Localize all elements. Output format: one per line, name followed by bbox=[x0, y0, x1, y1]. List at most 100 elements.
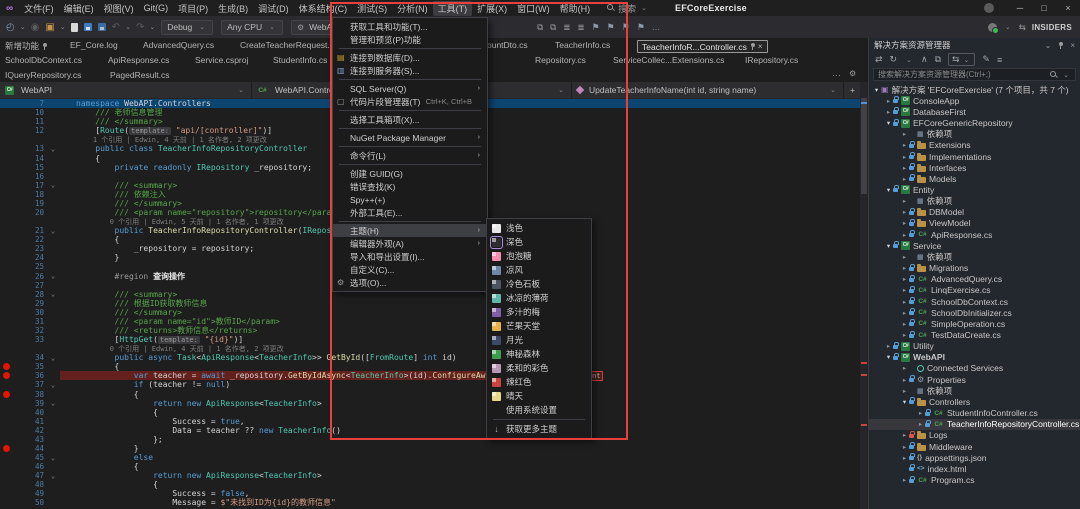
theme-menu-item[interactable]: 多汁的梅 bbox=[487, 305, 591, 319]
code-line[interactable]: 47⌄ return new ApiResponse<TeacherInfo> bbox=[0, 471, 860, 480]
expand-icon[interactable]: ▸ bbox=[900, 253, 909, 261]
chevron-down-icon[interactable]: ⌄ bbox=[1005, 23, 1011, 31]
tree-item[interactable]: ▾Controllers bbox=[869, 396, 1080, 407]
tree-item[interactable]: ▾C#WebAPI bbox=[869, 352, 1080, 363]
fold-arrow-icon[interactable]: ⌄ bbox=[46, 290, 60, 298]
expand-icon[interactable]: ▸ bbox=[900, 364, 909, 372]
menu-item[interactable]: ▢代码片段管理器(T)...Ctrl+K, Ctrl+B bbox=[333, 95, 487, 108]
save-all-button[interactable] bbox=[98, 23, 106, 31]
document-tab[interactable]: PagedResult.cs bbox=[110, 70, 170, 80]
tree-item[interactable]: ▸Models bbox=[869, 173, 1080, 184]
breakpoint-icon[interactable] bbox=[3, 372, 10, 379]
fold-arrow-icon[interactable]: ⌄ bbox=[46, 399, 60, 407]
theme-menu-item[interactable]: 浅色 bbox=[487, 221, 591, 235]
code-line[interactable]: 35 { bbox=[0, 362, 860, 371]
menu-item[interactable]: 获取工具和功能(T)... bbox=[333, 20, 487, 33]
tree-item[interactable]: ▸Middleware bbox=[869, 441, 1080, 452]
fold-arrow-icon[interactable]: ⌄ bbox=[46, 381, 60, 389]
document-tab[interactable]: IQueryRepository.cs bbox=[5, 70, 81, 80]
expand-icon[interactable]: ▾ bbox=[872, 86, 881, 94]
code-line[interactable]: 37⌄ if (teacher != null) bbox=[0, 380, 860, 389]
pin-icon[interactable] bbox=[750, 43, 755, 50]
show-all-files-icon[interactable]: ⧉ bbox=[935, 54, 941, 65]
tree-item[interactable]: ▸C#LinqExercise.cs bbox=[869, 285, 1080, 296]
tree-item[interactable]: ▸C#SchoolDbInitializer.cs bbox=[869, 307, 1080, 318]
chevron-down-icon[interactable]: ⌄ bbox=[20, 23, 26, 31]
tree-item[interactable]: ▸C#TestDataCreate.cs bbox=[869, 329, 1080, 340]
breakpoint-icon[interactable] bbox=[3, 363, 10, 370]
tree-item[interactable]: ▸C#TeacherInfoRepositoryController.cs bbox=[869, 419, 1080, 430]
fold-arrow-icon[interactable]: ⌄ bbox=[46, 181, 60, 189]
theme-menu-item[interactable]: 辣红色 bbox=[487, 375, 591, 389]
menu-item[interactable]: 外部工具(E)... bbox=[333, 206, 487, 219]
tree-item[interactable]: ▸▦依赖项 bbox=[869, 129, 1080, 140]
theme-menu-item[interactable]: 月光 bbox=[487, 333, 591, 347]
tree-item[interactable]: ▸C#StudentInfoController.cs bbox=[869, 408, 1080, 419]
tree-item[interactable]: ▾C#Service bbox=[869, 240, 1080, 251]
tree-item[interactable]: ▾C#EFCoreGenericRepository bbox=[869, 117, 1080, 128]
menubar-item[interactable]: 帮助(H) bbox=[555, 1, 596, 16]
platform-dropdown[interactable]: Any CPU ⌄ bbox=[221, 20, 283, 35]
gear-icon[interactable]: ⚙ bbox=[849, 69, 856, 78]
menubar-item[interactable]: 调试(D) bbox=[253, 1, 294, 16]
glyph-margin[interactable] bbox=[0, 391, 12, 398]
tree-item[interactable]: ▸C#Program.cs bbox=[869, 474, 1080, 485]
account-presence-icon[interactable] bbox=[988, 23, 997, 32]
tree-item[interactable]: ▸C#AdvancedQuery.cs bbox=[869, 274, 1080, 285]
tree-item[interactable]: ▸▦依赖项 bbox=[869, 385, 1080, 396]
chevron-down-icon[interactable]: ⌄ bbox=[60, 23, 66, 31]
minimize-button[interactable]: ─ bbox=[1008, 3, 1032, 13]
theme-menu-item[interactable]: 凉风 bbox=[487, 263, 591, 277]
tree-item[interactable]: ▸C#SchoolDbContext.cs bbox=[869, 296, 1080, 307]
account-avatar[interactable] bbox=[984, 3, 994, 13]
glyph-margin[interactable] bbox=[0, 363, 12, 370]
code-line[interactable]: 38 { bbox=[0, 390, 860, 399]
code-line[interactable]: 29 /// 根据ID获取教师信息 bbox=[0, 299, 860, 308]
expand-icon[interactable]: ▸ bbox=[916, 420, 925, 428]
theme-menu-item[interactable]: ↓获取更多主题 bbox=[487, 422, 591, 436]
menubar-item[interactable]: Git(G) bbox=[139, 2, 174, 14]
code-line[interactable]: 36 var teacher = await _repository.GetBy… bbox=[0, 371, 860, 380]
menubar-item[interactable]: 体系结构(C) bbox=[294, 1, 353, 16]
expand-icon[interactable]: ▸ bbox=[900, 164, 909, 172]
menubar-item[interactable]: 文件(F) bbox=[19, 1, 59, 16]
menu-item[interactable]: ▥连接到服务器(S)... bbox=[333, 64, 487, 77]
menubar-item[interactable]: 项目(P) bbox=[173, 1, 213, 16]
expand-icon[interactable]: ▸ bbox=[900, 231, 909, 239]
code-line[interactable]: 46 { bbox=[0, 462, 860, 471]
expand-icon[interactable]: ▸ bbox=[900, 275, 909, 283]
fold-arrow-icon[interactable]: ⌄ bbox=[46, 272, 60, 280]
menubar-item[interactable]: 分析(N) bbox=[392, 1, 433, 16]
undo-button[interactable]: ↶ bbox=[112, 22, 120, 33]
expand-icon[interactable]: ▸ bbox=[900, 264, 909, 272]
menubar-item[interactable]: 窗口(W) bbox=[512, 1, 555, 16]
fold-arrow-icon[interactable]: ⌄ bbox=[46, 145, 60, 153]
tree-item[interactable]: ▸Implementations bbox=[869, 151, 1080, 162]
title-search[interactable]: 搜索 ⌄ bbox=[607, 2, 649, 15]
menu-item[interactable]: Spy++(+) bbox=[333, 193, 487, 206]
theme-menu-item[interactable]: 神秘森林 bbox=[487, 347, 591, 361]
glyph-margin[interactable] bbox=[0, 445, 12, 452]
code-line[interactable]: 43 }; bbox=[0, 435, 860, 444]
expand-icon[interactable]: ▸ bbox=[900, 219, 909, 227]
menubar-item[interactable]: 测试(S) bbox=[352, 1, 392, 16]
tree-item[interactable]: ▸Connected Services bbox=[869, 363, 1080, 374]
menu-item[interactable]: 选择工具箱项(X)... bbox=[333, 113, 487, 126]
redo-button[interactable]: ↷ bbox=[136, 22, 144, 33]
fold-arrow-icon[interactable]: ⌄ bbox=[46, 454, 60, 462]
expand-icon[interactable]: ▸ bbox=[884, 108, 893, 116]
fold-arrow-icon[interactable]: ⌄ bbox=[46, 354, 60, 362]
expand-icon[interactable]: ▸ bbox=[884, 342, 893, 350]
document-tab[interactable]: StudentInfo.cs bbox=[273, 55, 327, 65]
expand-icon[interactable]: ▸ bbox=[916, 409, 925, 417]
code-line[interactable]: 48 { bbox=[0, 480, 860, 489]
menu-item[interactable]: 命令行(L)› bbox=[333, 149, 487, 162]
theme-menu-item[interactable]: 冰凉的薄荷 bbox=[487, 291, 591, 305]
tree-item[interactable]: <>index.html bbox=[869, 463, 1080, 474]
expand-icon[interactable]: ▸ bbox=[884, 97, 893, 105]
expand-icon[interactable]: ▸ bbox=[900, 443, 909, 451]
more-options-icon[interactable]: … bbox=[832, 68, 841, 78]
sync-with-active-document-icon[interactable]: ⇆⌄ bbox=[948, 53, 975, 66]
expand-icon[interactable]: ▸ bbox=[900, 175, 909, 183]
expand-icon[interactable]: ▸ bbox=[900, 208, 909, 216]
